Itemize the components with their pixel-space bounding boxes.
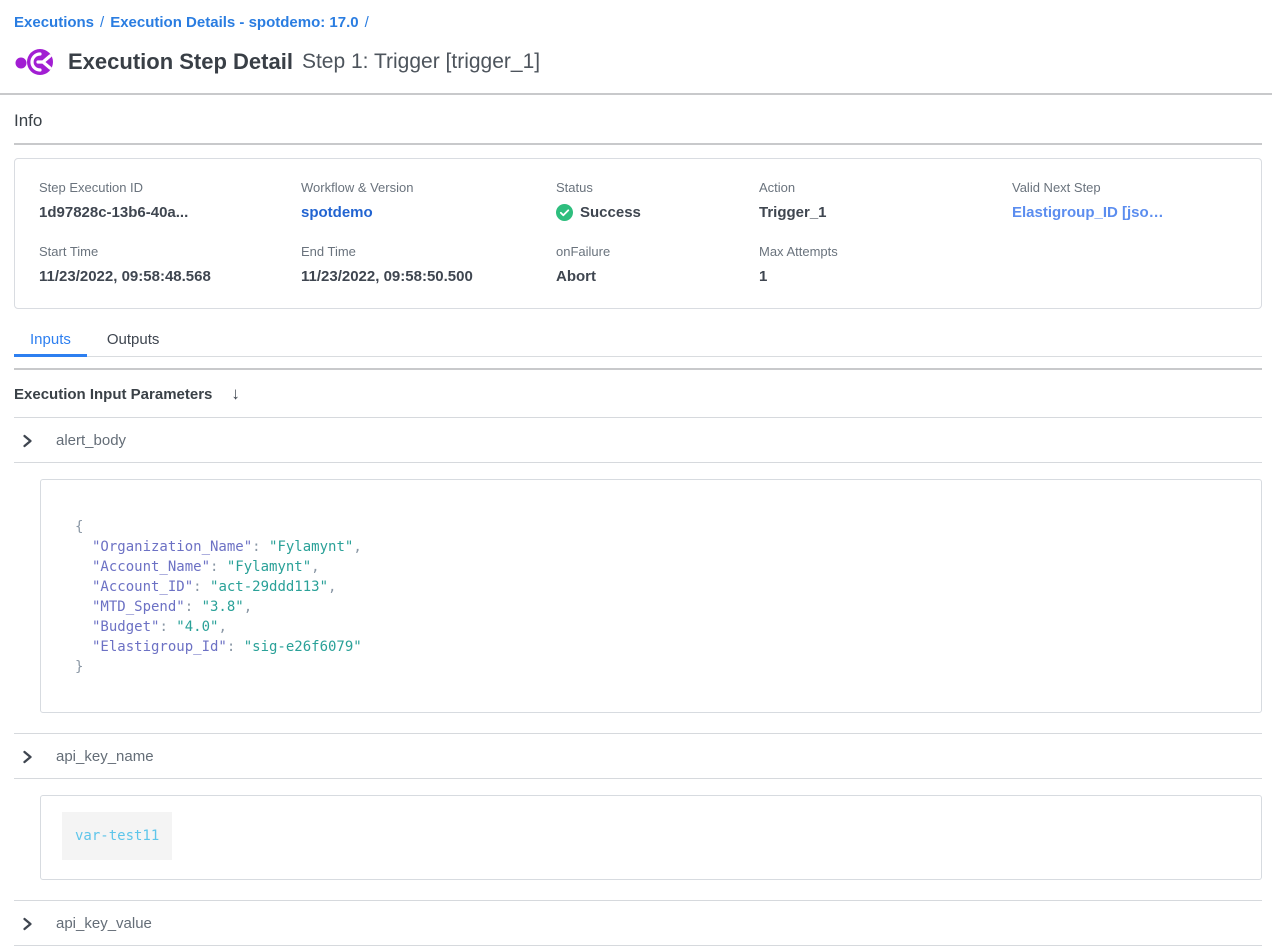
json-line: "Elastigroup_Id": "sig-e26f6079": [75, 637, 1241, 657]
field-empty: [1012, 244, 1261, 285]
param-label: api_key_name: [56, 748, 154, 765]
field-value: 11/23/2022, 09:58:50.500: [301, 268, 556, 285]
breadcrumb-link-executions[interactable]: Executions: [14, 14, 94, 31]
json-line: "Organization_Name": "Fylamynt",: [75, 537, 1241, 557]
execution-input-parameters-label: Execution Input Parameters: [14, 386, 212, 403]
field-label: onFailure: [556, 244, 759, 259]
breadcrumb-separator: /: [100, 14, 104, 31]
field-status: Status Success: [556, 180, 759, 221]
field-label: Workflow & Version: [301, 180, 556, 195]
field-end-time: End Time 11/23/2022, 09:58:50.500: [301, 244, 556, 285]
field-value: 11/23/2022, 09:58:48.568: [39, 268, 301, 285]
field-label: Action: [759, 180, 1012, 195]
chevron-right-icon[interactable]: [21, 750, 34, 764]
json-line: "Budget": "4.0",: [75, 617, 1241, 637]
value-viewer[interactable]: var-test11: [40, 795, 1262, 880]
info-section-heading: Info: [0, 95, 1272, 143]
param-label: alert_body: [56, 432, 126, 449]
field-label: Status: [556, 180, 759, 195]
brand-logo-icon: [14, 46, 58, 78]
json-close-brace: }: [75, 657, 1241, 677]
field-value: Trigger_1: [759, 204, 1012, 221]
json-line: "MTD_Spend": "3.8",: [75, 597, 1241, 617]
tab-bar: Inputs Outputs: [14, 331, 1262, 357]
api-key-name-content: var-test11: [14, 779, 1262, 900]
field-max-attempts: Max Attempts 1: [759, 244, 1012, 285]
breadcrumb-separator: /: [365, 14, 369, 31]
info-card: Step Execution ID 1d97828c-13b6-40a... W…: [14, 158, 1262, 309]
field-step-execution-id: Step Execution ID 1d97828c-13b6-40a...: [39, 180, 301, 221]
param-row-api-key-value[interactable]: api_key_value: [14, 900, 1262, 946]
param-row-api-key-name[interactable]: api_key_name: [14, 733, 1262, 779]
status-badge: Success: [556, 204, 759, 221]
tab-inputs[interactable]: Inputs: [14, 331, 87, 357]
success-check-icon: [556, 204, 573, 221]
alert-body-content: { "Organization_Name": "Fylamynt", "Acco…: [14, 463, 1262, 733]
field-value: 1d97828c-13b6-40a...: [39, 204, 301, 221]
field-label: End Time: [301, 244, 556, 259]
execution-input-parameters-header: Execution Input Parameters ↓: [14, 370, 1262, 418]
status-text: Success: [580, 204, 641, 221]
page-title: Execution Step Detail: [68, 49, 293, 75]
tab-outputs[interactable]: Outputs: [91, 331, 176, 357]
param-row-alert-body[interactable]: alert_body: [14, 418, 1262, 463]
workflow-link[interactable]: spotdemo: [301, 204, 556, 221]
field-value: Abort: [556, 268, 759, 285]
field-label: Valid Next Step: [1012, 180, 1261, 195]
field-label: Step Execution ID: [39, 180, 301, 195]
field-label: Start Time: [39, 244, 301, 259]
breadcrumb: Executions / Execution Details - spotdemo:…: [0, 0, 1272, 31]
field-value: 1: [759, 268, 1012, 285]
page-header: Execution Step Detail Step 1: Trigger [t…: [14, 46, 1262, 78]
field-start-time: Start Time 11/23/2022, 09:58:48.568: [39, 244, 301, 285]
api-key-name-value: var-test11: [62, 812, 172, 860]
field-onfailure: onFailure Abort: [556, 244, 759, 285]
json-line: "Account_Name": "Fylamynt",: [75, 557, 1241, 577]
breadcrumb-link-execution-details[interactable]: Execution Details - spotdemo: 17.0: [110, 14, 358, 31]
field-valid-next-step: Valid Next Step Elastigroup_ID [jso…: [1012, 180, 1261, 221]
next-step-link[interactable]: Elastigroup_ID [jso…: [1012, 204, 1261, 221]
json-line: "Account_ID": "act-29ddd113",: [75, 577, 1241, 597]
chevron-right-icon[interactable]: [21, 434, 34, 448]
json-viewer[interactable]: { "Organization_Name": "Fylamynt", "Acco…: [40, 479, 1262, 713]
divider: [14, 143, 1262, 145]
field-label: Max Attempts: [759, 244, 1012, 259]
json-open-brace: {: [75, 517, 1241, 537]
field-action: Action Trigger_1: [759, 180, 1012, 221]
page-subtitle: Step 1: Trigger [trigger_1]: [302, 50, 540, 74]
download-arrow-icon[interactable]: ↓: [231, 384, 240, 404]
field-workflow-version: Workflow & Version spotdemo: [301, 180, 556, 221]
param-label: api_key_value: [56, 915, 152, 932]
